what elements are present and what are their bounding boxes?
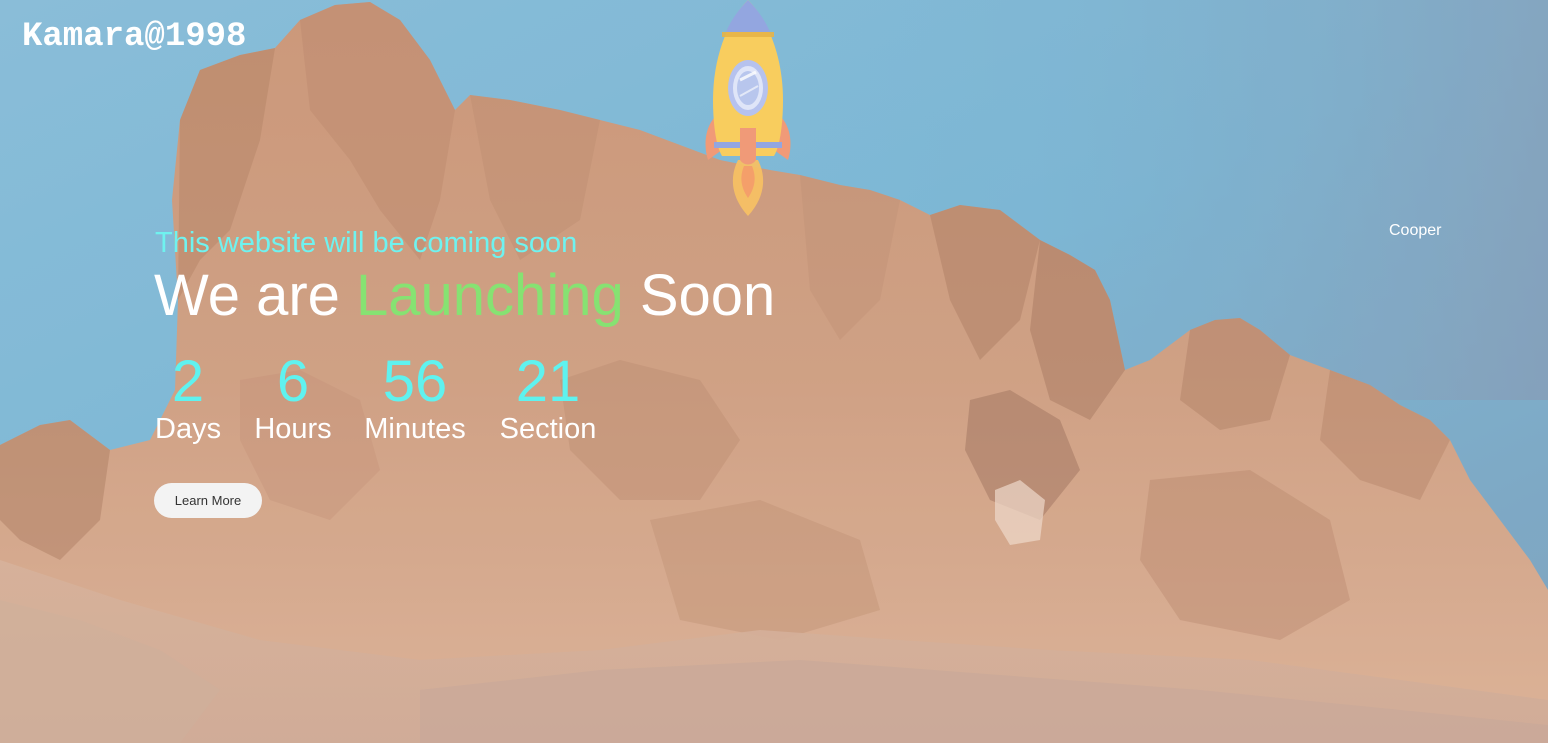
coming-soon-subtitle: This website will be coming soon: [155, 227, 578, 259]
learn-more-button[interactable]: Learn More: [154, 483, 262, 518]
minutes-value: 56: [382, 349, 448, 414]
corner-name-label: Cooper: [1389, 222, 1442, 239]
hours-value: 6: [276, 349, 310, 414]
days-value: 2: [171, 349, 205, 414]
launching-headline: We are Launching Soon: [154, 263, 776, 328]
seconds-label: Section: [499, 412, 597, 445]
days-label: Days: [155, 412, 222, 445]
minutes-label: Minutes: [364, 412, 466, 445]
rocket-icon: [700, 0, 796, 216]
brand-logo: Kamara@1998: [22, 18, 247, 56]
headline-accent: Launching: [356, 263, 624, 328]
headline-suffix: Soon: [639, 263, 776, 328]
countdown-seconds: 21 Section: [498, 349, 598, 446]
headline-prefix: We are: [154, 263, 340, 328]
hours-label: Hours: [254, 412, 332, 445]
countdown-hours: 6 Hours: [253, 349, 333, 446]
seconds-value: 21: [515, 349, 581, 414]
countdown-timer: 2 Days 6 Hours 56 Minutes 21 Section: [155, 349, 675, 462]
countdown-days: 2 Days: [155, 349, 222, 446]
countdown-minutes: 56 Minutes: [363, 349, 467, 446]
